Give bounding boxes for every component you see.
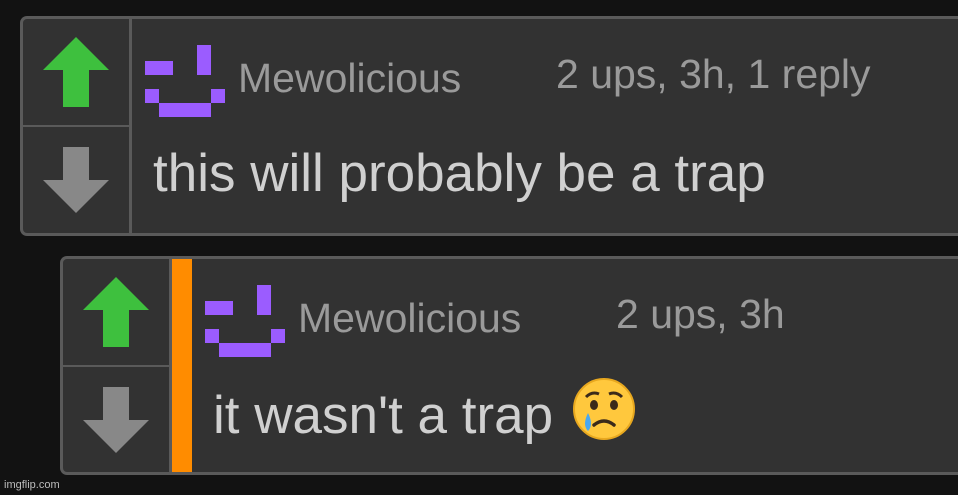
vote-column: [23, 19, 132, 233]
crying-face-emoji-icon: [572, 378, 635, 440]
comment-meta: 2 ups, 3h, 1 reply: [556, 51, 871, 97]
reply-indicator-bar: [172, 259, 192, 472]
comment-text: this will probably be a trap: [153, 144, 766, 203]
comment-meta: 2 ups, 3h: [616, 291, 785, 337]
user-avatar-icon[interactable]: [203, 285, 287, 357]
arrow-up-icon: [43, 37, 109, 107]
comment-username[interactable]: Mewolicious: [238, 55, 461, 102]
downvote-button[interactable]: [63, 367, 169, 472]
comment: Mewolicious 2 ups, 3h, 1 reply this will…: [20, 16, 958, 236]
reply-comment: Mewolicious 2 ups, 3h it wasn't a trap: [60, 256, 958, 475]
comment-text-line: it wasn't a trap: [213, 377, 636, 446]
downvote-button[interactable]: [23, 127, 129, 233]
vote-column: [63, 259, 172, 472]
user-avatar-icon[interactable]: [143, 45, 227, 117]
arrow-down-icon: [43, 147, 109, 213]
comment-text: it wasn't a trap: [213, 386, 554, 445]
arrow-up-icon: [83, 277, 149, 347]
upvote-button[interactable]: [23, 19, 129, 125]
upvote-button[interactable]: [63, 259, 169, 365]
watermark: imgflip.com: [4, 479, 60, 491]
comment-username[interactable]: Mewolicious: [298, 295, 521, 342]
arrow-down-icon: [83, 387, 149, 453]
